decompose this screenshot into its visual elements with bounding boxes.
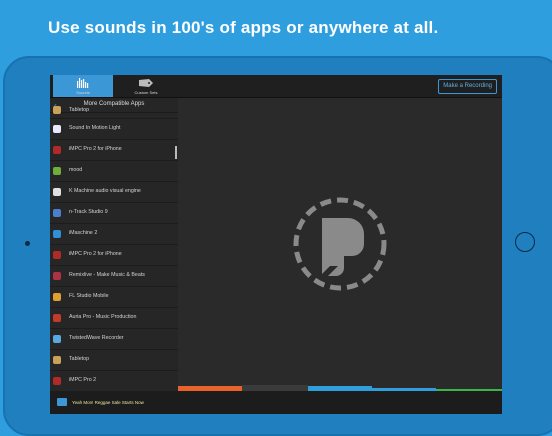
app-name: Tabletop (69, 107, 90, 113)
list-item[interactable]: K Machine audio visual engine (50, 182, 178, 203)
scrollbar[interactable] (175, 146, 177, 159)
app-icon (53, 125, 61, 133)
app-icon (53, 314, 61, 322)
app-name: FL Studio Mobile (69, 293, 109, 299)
list-item[interactable]: iMPC Pro 2 for iPhone (50, 245, 178, 266)
headline: Use sounds in 100's of apps or anywhere … (48, 18, 439, 37)
home-button (515, 232, 535, 252)
app-name: mood (69, 167, 83, 173)
tab-sounds[interactable]: Sounds (53, 75, 113, 97)
app-name: K Machine audio visual engine (69, 188, 141, 194)
app-icon (53, 188, 61, 196)
app-name: Auria Pro - Music Production (69, 314, 137, 320)
app-name: TwistedWave Recorder (69, 335, 124, 341)
app-name: Tabletop (69, 356, 90, 362)
app-icon (53, 356, 61, 364)
app-icon (53, 146, 61, 154)
top-bar: Sounds Custom Sets Make a Recording (50, 75, 502, 98)
app-icon (53, 335, 61, 343)
app-name: Remixlive - Make Music & Beats (69, 272, 145, 278)
custom-sets-tag-icon (139, 79, 153, 87)
app-icon (53, 272, 61, 280)
list-item[interactable]: Auria Pro - Music Production (50, 308, 178, 329)
make-recording-button[interactable]: Make a Recording (438, 79, 497, 94)
camera-dot (25, 241, 30, 246)
tab-custom-sets[interactable]: Custom Sets (114, 75, 178, 97)
sounds-waveform-icon (77, 78, 89, 88)
list-item[interactable]: FL Studio Mobile (50, 287, 178, 308)
list-item[interactable]: Tabletop (50, 350, 178, 371)
list-item[interactable]: Sound In Motion Light (50, 119, 178, 140)
list-item[interactable]: Tabletop (50, 106, 178, 119)
app-name: Sound In Motion Light (69, 125, 121, 131)
app-name: iMPC Pro 2 for iPhone (69, 251, 122, 257)
app-icon (53, 230, 61, 238)
tab-custom-sets-label: Custom Sets (134, 90, 158, 95)
app-name: iMPC Pro 2 (69, 377, 97, 383)
app-name: n-Track Studio 9 (69, 209, 108, 215)
app-icon (53, 293, 61, 301)
list-item[interactable]: mood (50, 161, 178, 182)
app-name: iMPC Pro 2 for iPhone (69, 146, 122, 152)
tab-sounds-label: Sounds (76, 90, 90, 95)
list-item[interactable]: iMaschine 2 (50, 224, 178, 245)
footer-bar: Yeah Mon! Reggae Sale Starts Now (50, 391, 502, 414)
ticker-text[interactable]: Yeah Mon! Reggae Sale Starts Now (72, 400, 144, 405)
app-icon (53, 106, 61, 114)
app-logo-icon (293, 197, 387, 291)
app-icon (53, 377, 61, 385)
app-icon (53, 167, 61, 175)
list-item[interactable]: iMPC Pro 2 for iPhone (50, 140, 178, 161)
ticker-icon (57, 398, 67, 406)
app-screen: Sounds Custom Sets Make a Recording ‹ Mo… (50, 75, 502, 414)
sidebar: ‹ More Compatible Apps Tabletop Sound In… (50, 98, 178, 391)
list-item[interactable]: Remixlive - Make Music & Beats (50, 266, 178, 287)
app-icon (53, 251, 61, 259)
list-item[interactable]: n-Track Studio 9 (50, 203, 178, 224)
app-name: iMaschine 2 (69, 230, 98, 236)
app-icon (53, 209, 61, 217)
list-item[interactable]: TwistedWave Recorder (50, 329, 178, 350)
app-list: Tabletop Sound In Motion Light iMPC Pro … (50, 106, 178, 391)
